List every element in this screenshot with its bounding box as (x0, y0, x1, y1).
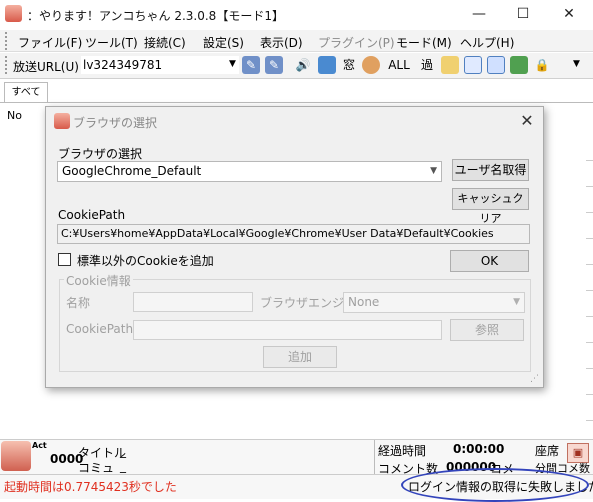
url-dropdown-icon[interactable]: ▼ (229, 59, 236, 69)
over-button[interactable]: 過 (418, 56, 436, 74)
cookiepath2-field[interactable] (133, 320, 442, 340)
elapsed-value: 0:00:00 (453, 442, 505, 456)
menu-view[interactable]: 表示(D) (260, 34, 303, 51)
browse-button[interactable]: 参照 (450, 319, 524, 341)
browser-engine-combo[interactable]: None ▼ (343, 292, 525, 313)
url-input[interactable]: lv324349781 (80, 55, 240, 75)
speaker-icon[interactable]: 🔊 (294, 56, 312, 74)
grid-line (586, 186, 593, 187)
app-icon (5, 5, 22, 22)
window-button[interactable]: 窓 (340, 56, 358, 74)
elapsed-label: 経過時間 (378, 444, 427, 458)
browser-select-value: GoogleChrome_Default (62, 164, 202, 178)
window-title: ：やります！アンコちゃん 2.3.0.8【モード1】 (27, 9, 284, 23)
chevron-down-icon: ▼ (430, 166, 437, 176)
status-divider (374, 440, 375, 474)
dialog-title: ブラウザの選択 (73, 116, 158, 130)
menu-help[interactable]: ヘルプ(H) (460, 34, 514, 51)
name-field[interactable] (133, 292, 253, 312)
disconnect-icon[interactable]: ✎ (265, 56, 283, 74)
all-button[interactable]: ALL (386, 56, 412, 74)
community-value: _ (120, 459, 126, 473)
avatar (1, 441, 31, 471)
get-username-button[interactable]: ユーザ名取得 (452, 159, 529, 181)
tv-icon[interactable] (318, 56, 336, 74)
browser-engine-value: None (348, 295, 380, 309)
url-label: 放送URL(U) (13, 60, 79, 74)
menu-mode[interactable]: モード(M) (396, 34, 452, 51)
menu-settings[interactable]: 設定(S) (203, 34, 244, 51)
name-label: 名称 (66, 296, 91, 310)
edit-icon[interactable] (441, 56, 459, 74)
act-label: Act (32, 441, 47, 450)
chat-icon[interactable] (487, 56, 505, 74)
grid-line (586, 368, 593, 369)
toolbar-overflow-icon[interactable]: ▼ (573, 59, 580, 69)
column-no[interactable]: No (7, 109, 22, 122)
grid-line (586, 394, 593, 395)
resize-grip-icon[interactable]: ⋰ (530, 374, 540, 384)
title-value: _ (120, 444, 126, 458)
cache-clear-button[interactable]: キャッシュクリア (452, 188, 529, 225)
tab-divider (0, 102, 593, 103)
comment-icon[interactable] (464, 56, 482, 74)
menu-tools[interactable]: ツール(T) (85, 34, 138, 51)
lock-icon[interactable]: 🔒 (533, 56, 551, 74)
minimize-button[interactable]: — (456, 0, 502, 28)
dialog-close-button[interactable]: ✕ (516, 110, 538, 132)
tab-all[interactable]: すべて (4, 82, 48, 103)
cookie-info-group-label: Cookie情報 (64, 272, 133, 289)
add-button[interactable]: 追加 (263, 346, 337, 368)
grid-line (586, 420, 593, 421)
seat-label: 座席 (535, 444, 560, 458)
close-button[interactable]: ✕ (546, 0, 592, 28)
cookiepath2-label: CookiePath (66, 322, 134, 336)
grid-line (586, 290, 593, 291)
browser-select-combo[interactable]: GoogleChrome_Default ▼ (57, 161, 442, 182)
grid-line (586, 212, 593, 213)
add-cookie-checkbox-label[interactable]: 標準以外のCookieを追加 (77, 252, 214, 269)
menu-connect[interactable]: 接続(C) (144, 34, 186, 51)
connect-icon[interactable]: ✎ (242, 56, 260, 74)
menu-grip (5, 32, 8, 50)
chevron-down-icon: ▼ (513, 297, 520, 307)
grid-line (586, 264, 593, 265)
cookiepath-field[interactable]: C:¥Users¥home¥AppData¥Local¥Google¥Chrom… (57, 224, 530, 244)
grid-line (586, 316, 593, 317)
user-icon[interactable] (362, 56, 380, 74)
grid-line (586, 238, 593, 239)
grid-line (586, 342, 593, 343)
add-cookie-checkbox[interactable] (58, 253, 71, 266)
ok-button[interactable]: OK (450, 250, 529, 272)
tile-icon[interactable] (510, 56, 528, 74)
cookiepath-label: CookiePath (58, 208, 126, 222)
grid-line (586, 160, 593, 161)
browser-select-label: ブラウザの選択 (58, 147, 143, 161)
menu-file[interactable]: ファイル(F) (18, 34, 82, 51)
boot-time-text: 起動時間は0.7745423秒でした (4, 480, 177, 494)
menu-plugin[interactable]: プラグイン(P) (318, 34, 395, 51)
toolbar-grip (5, 56, 8, 74)
browser-engine-label: ブラウザエンジン (260, 296, 357, 310)
annotation-ellipse (401, 468, 589, 502)
maximize-button[interactable]: ☐ (500, 0, 546, 28)
dialog-app-icon (54, 113, 70, 129)
